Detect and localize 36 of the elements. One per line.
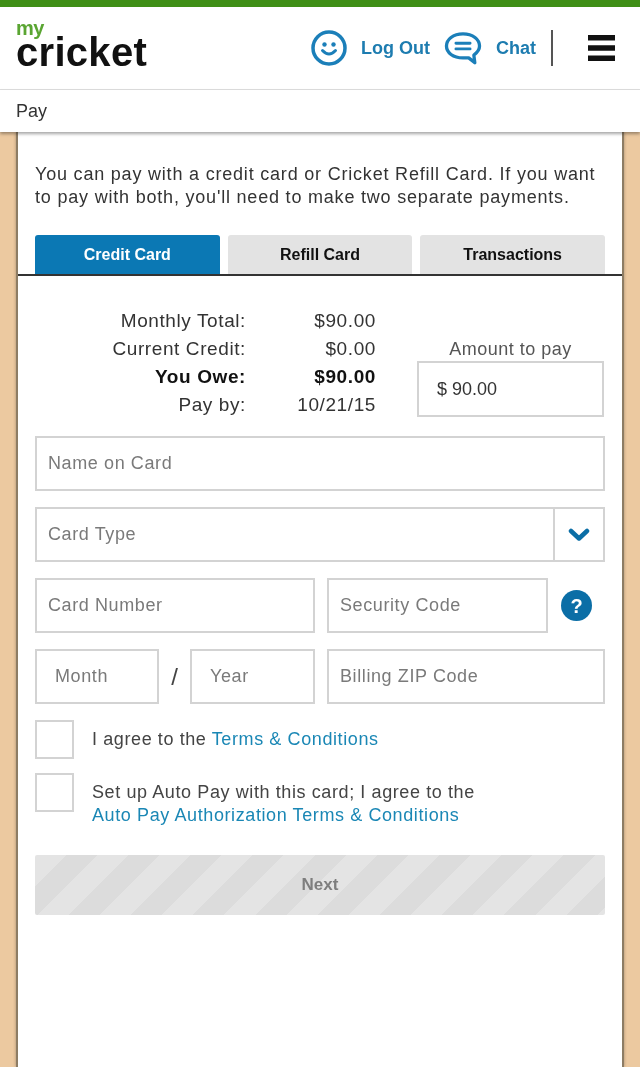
name-input[interactable]: Name on Card <box>35 436 605 491</box>
summary-value: $0.00 <box>324 337 376 361</box>
chat-link[interactable]: Chat <box>444 31 536 65</box>
tab[interactable]: Credit Card <box>35 235 220 274</box>
card-type-dropdown[interactable]: Card Type <box>35 507 605 562</box>
help-button[interactable]: ? <box>561 590 592 621</box>
log-out-link[interactable]: Log Out <box>311 30 430 66</box>
summary-label: Current Credit: <box>111 337 246 361</box>
menu-icon[interactable] <box>588 35 615 61</box>
security-code-input[interactable]: Security Code <box>327 578 548 633</box>
terms-link[interactable]: Auto Pay Authorization Terms & Conditions <box>92 805 460 825</box>
chevron-down-icon <box>568 527 590 542</box>
month-input[interactable]: Month <box>35 649 159 704</box>
summary-label: Pay by: <box>177 393 246 417</box>
card-number-input[interactable]: Card Number <box>35 578 315 633</box>
checkbox-label: Set up Auto Pay with this card; I agree to the Auto Pay Authorization Terms & Conditions <box>92 781 476 827</box>
amount-input[interactable]: $ 90.00 <box>417 361 604 417</box>
summary-label: You Owe: <box>154 365 246 389</box>
tab[interactable]: Refill Card <box>227 235 413 274</box>
page-title: Pay <box>16 99 48 123</box>
date-separator: / <box>171 661 178 692</box>
intro-text: You can pay with a credit card or Cricket Refill Card. If you want to pay with both, you'll need to make two separate payments. <box>35 163 597 209</box>
checkbox[interactable] <box>35 773 74 812</box>
terms-link[interactable]: Terms & Conditions <box>211 729 379 749</box>
zip-code-input[interactable]: Billing ZIP Code <box>327 649 605 704</box>
amount-label: Amount to pay <box>448 338 573 361</box>
checkbox[interactable] <box>35 720 74 759</box>
checkbox-label: I agree to the Terms & Conditions <box>92 728 379 751</box>
summary-value: 10/21/15 <box>296 393 376 417</box>
summary-value: $90.00 <box>313 365 376 389</box>
tab[interactable]: Transactions <box>420 235 605 274</box>
year-input[interactable]: Year <box>190 649 315 704</box>
speech-bubble-icon <box>444 31 482 65</box>
smiley-icon <box>311 30 347 66</box>
summary-value: $90.00 <box>313 309 376 333</box>
summary-label: Monthly Total: <box>119 309 246 333</box>
